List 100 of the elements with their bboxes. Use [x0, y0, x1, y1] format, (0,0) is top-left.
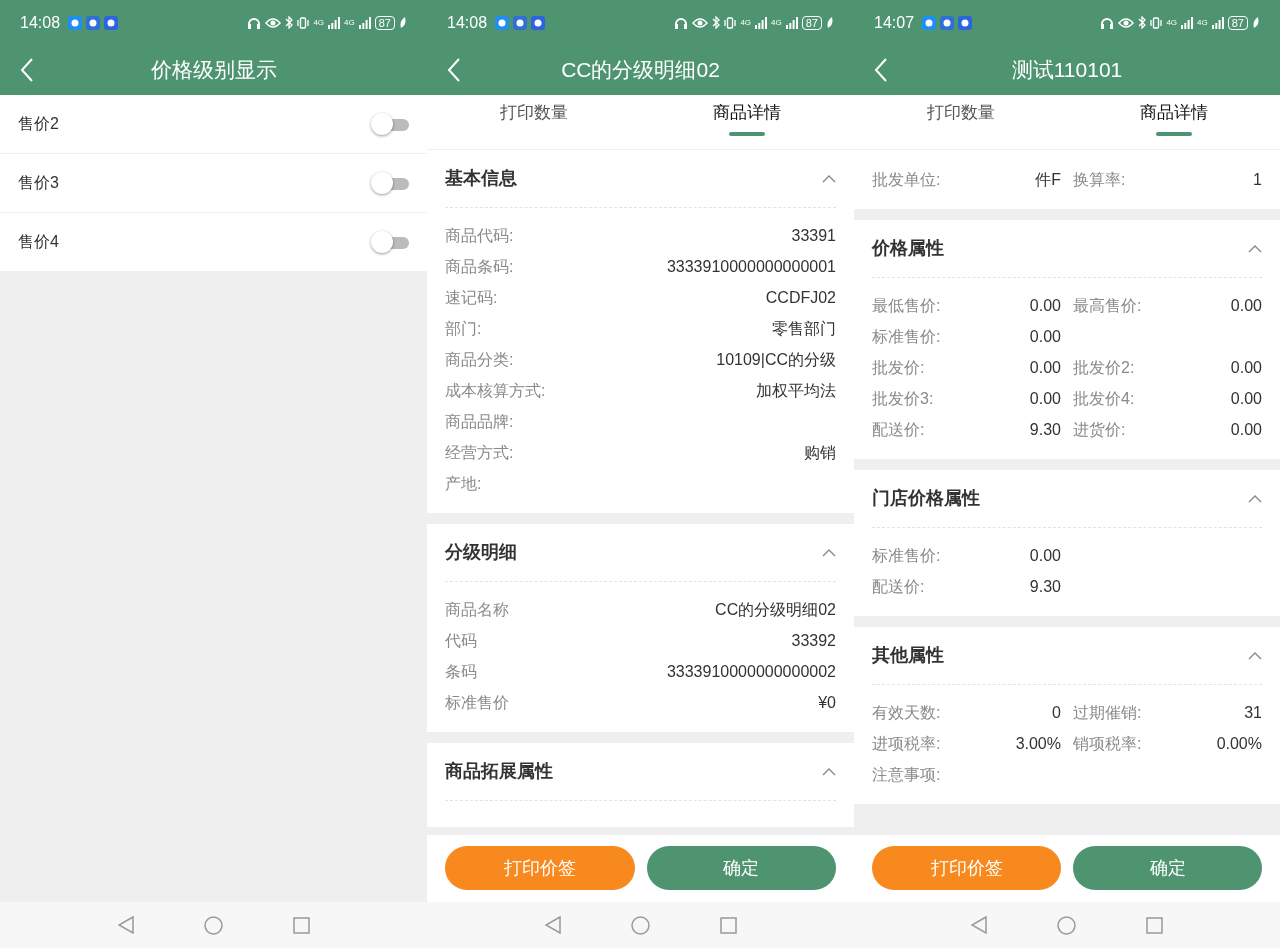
- toggle-switch[interactable]: [371, 172, 409, 194]
- back-nav-icon[interactable]: [544, 916, 561, 934]
- home-nav-icon[interactable]: [630, 915, 650, 935]
- home-nav-icon[interactable]: [203, 915, 223, 935]
- field-value: 0.00: [1029, 326, 1061, 347]
- field-label: 经营方式:: [445, 442, 514, 463]
- home-nav-icon[interactable]: [1057, 915, 1076, 935]
- field-label: 标准售价: [445, 692, 509, 713]
- eye-icon: [1118, 16, 1135, 29]
- back-button[interactable]: [874, 58, 888, 82]
- back-icon: [20, 58, 34, 82]
- eye-icon: [265, 16, 282, 29]
- field-label: 销项税率:: [1073, 733, 1142, 754]
- recents-nav-icon[interactable]: [719, 916, 737, 934]
- field-value: 0.00: [1230, 295, 1262, 316]
- field-value: 33392: [791, 630, 836, 651]
- field-label: 产地:: [445, 473, 482, 494]
- toggle-switch[interactable]: [371, 231, 409, 253]
- page-title: CC的分级明细02: [561, 57, 720, 84]
- field-label: 过期催销:: [1073, 702, 1142, 723]
- field-label: 条码: [445, 661, 477, 682]
- field-label: 商品品牌:: [445, 411, 514, 432]
- field-value: 0.00: [1029, 357, 1061, 378]
- app-notification-icon: [68, 15, 83, 30]
- field-label: 商品分类:: [445, 349, 514, 370]
- bluetooth-icon: [1138, 16, 1147, 29]
- field-label: 批发价4:: [1073, 388, 1135, 409]
- section-title: 分级明细: [445, 541, 517, 564]
- field-value: ¥0: [818, 692, 836, 713]
- field-label: 最高售价:: [1073, 295, 1142, 316]
- confirm-button[interactable]: 确定: [646, 846, 836, 890]
- signal-icon: [328, 16, 341, 29]
- vibrate-icon: [297, 16, 310, 29]
- field-value: 零售部门: [772, 318, 836, 339]
- field-value: 0.00: [1230, 419, 1262, 440]
- headphones-icon: [674, 15, 689, 30]
- app-notification-icon: [104, 15, 119, 30]
- back-icon: [874, 58, 888, 82]
- field-label: 成本核算方式:: [445, 380, 546, 401]
- bluetooth-icon: [285, 16, 294, 29]
- chevron-up-icon[interactable]: [1248, 651, 1262, 660]
- chevron-up-icon[interactable]: [822, 548, 836, 557]
- recents-nav-icon[interactable]: [292, 916, 310, 934]
- field-label: 速记码:: [445, 287, 498, 308]
- signal-icon: [1211, 16, 1224, 29]
- status-time: 14:08: [447, 12, 488, 33]
- field-label: 配送价:: [872, 576, 925, 597]
- eye-icon: [692, 16, 709, 29]
- field-value: 购销: [804, 442, 836, 463]
- field-label: 最低售价:: [872, 295, 941, 316]
- field-value: 1: [1253, 169, 1262, 190]
- chevron-up-icon[interactable]: [1248, 244, 1262, 253]
- vibrate-icon: [1150, 16, 1163, 29]
- field-label: 批发价2:: [1073, 357, 1135, 378]
- app-notification-icon: [86, 15, 101, 30]
- field-value: 9.30: [1029, 419, 1061, 440]
- field-value: 0.00: [1029, 388, 1061, 409]
- app-notification-icon: [940, 15, 955, 30]
- field-value: 0.00: [1029, 295, 1061, 316]
- vibrate-icon: [724, 16, 737, 29]
- back-button[interactable]: [20, 58, 34, 82]
- field-label: 代码: [445, 630, 477, 651]
- back-nav-icon[interactable]: [971, 916, 987, 934]
- network-type: 4G: [1197, 18, 1208, 27]
- app-notification-icon: [531, 15, 546, 30]
- network-type: 4G: [313, 18, 325, 27]
- back-nav-icon[interactable]: [117, 916, 134, 934]
- field-label: 批发价3:: [872, 388, 934, 409]
- field-value: 0.00: [1230, 357, 1262, 378]
- section-title: 商品拓展属性: [445, 760, 553, 783]
- network-type: 4G: [344, 18, 355, 27]
- chevron-up-icon[interactable]: [822, 767, 836, 776]
- confirm-button[interactable]: 确定: [1073, 846, 1262, 890]
- back-button[interactable]: [447, 58, 461, 82]
- chevron-up-icon[interactable]: [1248, 494, 1262, 503]
- signal-icon: [755, 16, 768, 29]
- field-label: 进项税率:: [872, 733, 941, 754]
- field-value: 31: [1244, 702, 1262, 723]
- field-value: 0.00: [1230, 388, 1262, 409]
- signal-icon: [1181, 16, 1194, 29]
- signal-icon: [785, 16, 798, 29]
- status-time: 14:08: [20, 12, 61, 33]
- field-value: 3.00%: [1015, 733, 1061, 754]
- chevron-up-icon[interactable]: [822, 174, 836, 183]
- recents-nav-icon[interactable]: [1146, 916, 1163, 934]
- network-type: 4G: [1166, 18, 1178, 27]
- field-label: 商品代码:: [445, 225, 514, 246]
- page-title: 测试110101: [1011, 57, 1123, 84]
- page-title: 价格级别显示: [150, 57, 277, 84]
- toggle-switch[interactable]: [371, 113, 409, 135]
- field-label: 部门:: [445, 318, 482, 339]
- field-value: 10109|CC的分级: [716, 349, 836, 370]
- field-label: 标准售价:: [872, 326, 941, 347]
- field-label: 有效天数:: [872, 702, 941, 723]
- field-label: 批发单位:: [872, 169, 941, 190]
- field-value: 0.00: [1029, 545, 1061, 566]
- battery-level: 87: [1227, 15, 1248, 30]
- field-value: CC的分级明细02: [715, 599, 836, 620]
- field-value: 0.00%: [1216, 733, 1262, 754]
- section-title: 基本信息: [445, 167, 517, 190]
